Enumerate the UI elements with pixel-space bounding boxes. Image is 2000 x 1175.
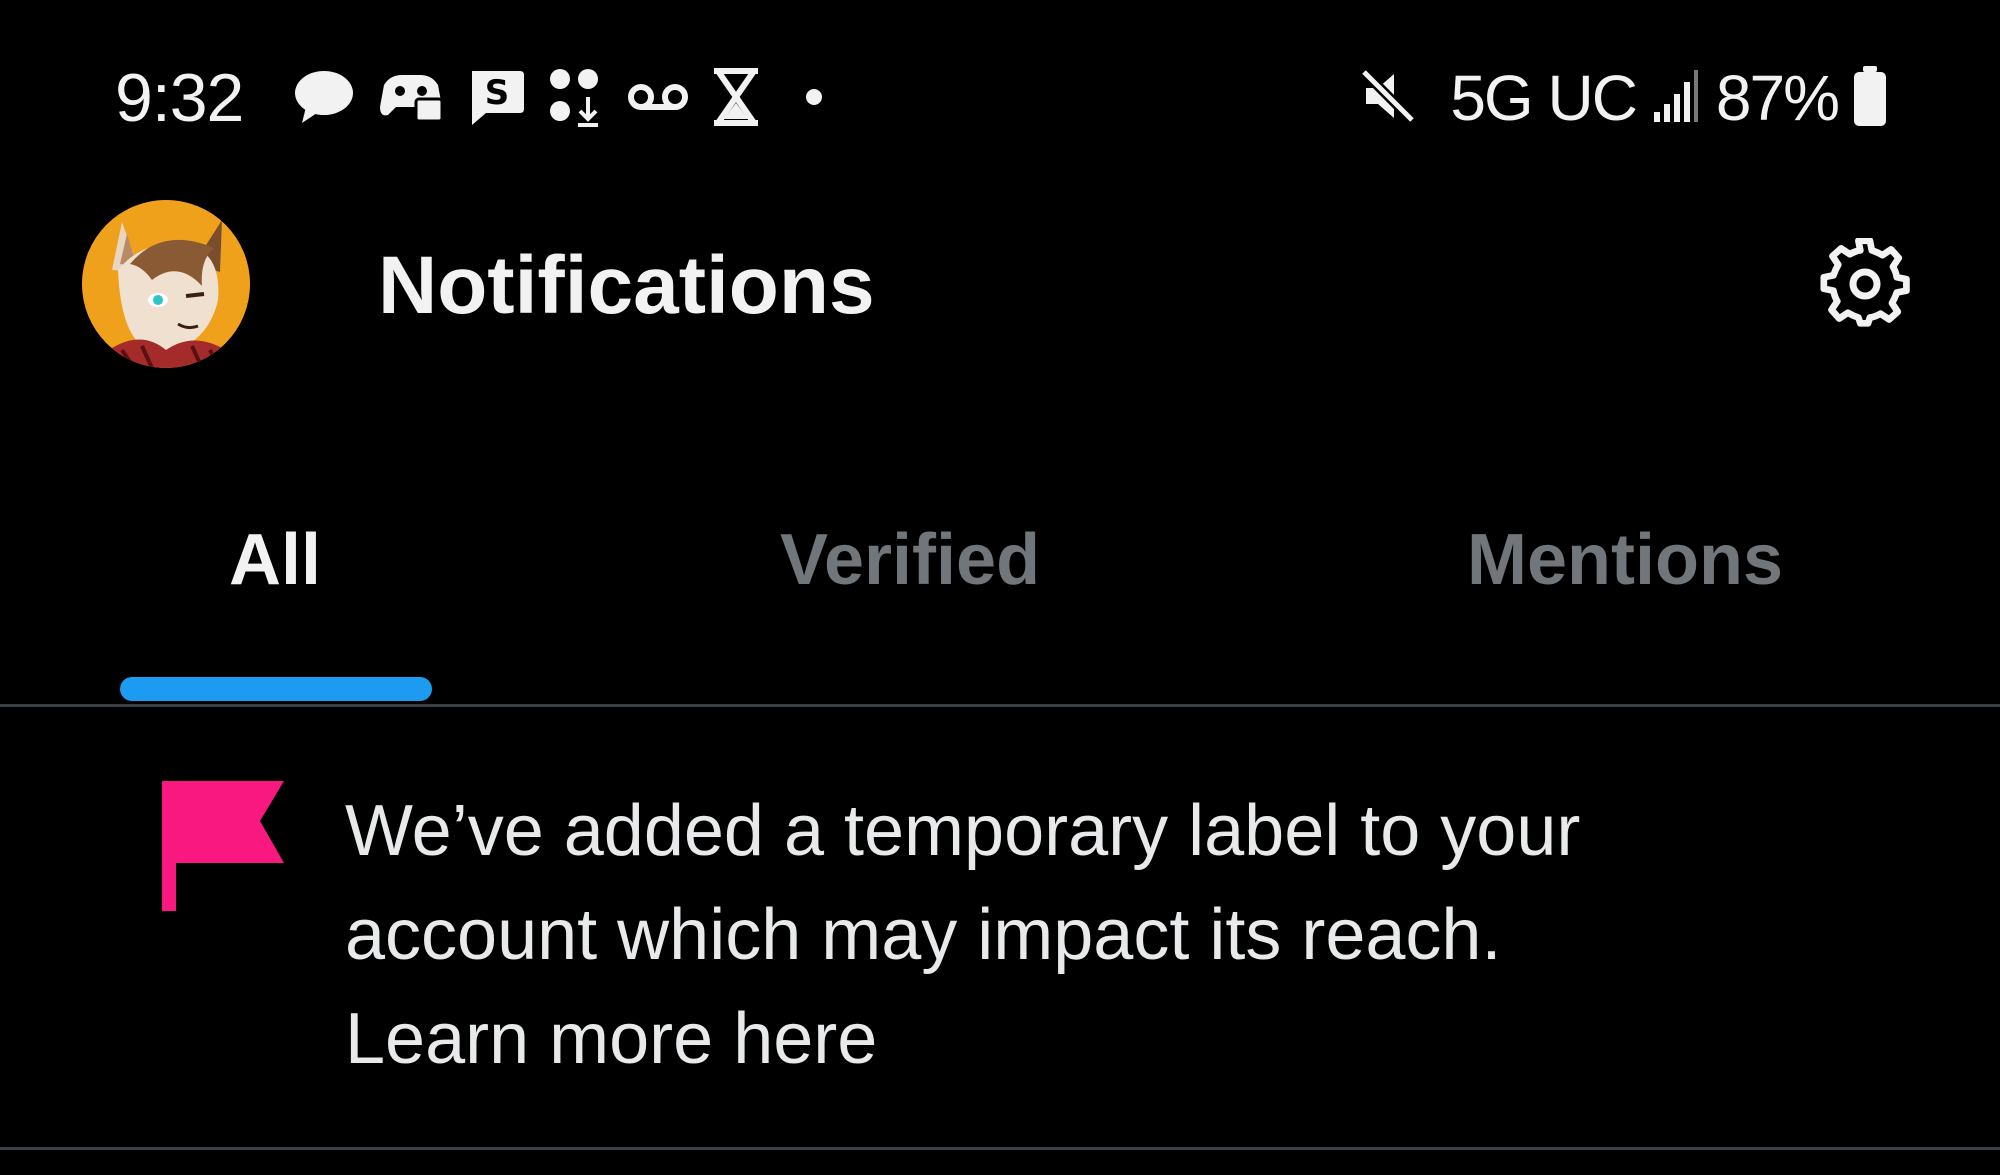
battery-icon [1852,64,1888,133]
signal-icon [1650,66,1702,131]
voicemail-icon [626,77,690,117]
active-tab-indicator [120,677,432,701]
status-bar: 9:32 S 5G UC 87% [0,0,2000,200]
status-icons-left: S [292,62,824,132]
dot-icon [804,87,824,107]
hourglass-icon [710,67,762,127]
avatar[interactable] [82,200,250,368]
mute-icon [1358,66,1418,131]
status-time: 9:32 [115,60,244,136]
learn-more-link[interactable]: Learn more here [345,987,1795,1091]
header: Notifications [0,200,2000,370]
dots-download-icon [546,65,606,129]
messages-icon [292,67,356,127]
tab-verified[interactable]: Verified [700,518,1120,718]
status-icons-right: 5G UC 87% [1358,58,1888,138]
settings-button[interactable] [1818,236,1914,335]
svg-text:S: S [485,73,510,113]
battery-percent: 87% [1715,62,1840,134]
gear-icon [1820,236,1912,335]
discord-icon [376,67,446,127]
page-title: Notifications [378,240,875,331]
tab-mentions[interactable]: Mentions [1400,518,1850,718]
account-label-notice[interactable]: We’ve added a temporary label to your ac… [0,707,2000,1150]
tab-bar: All Verified Mentions [0,480,2000,707]
notice-message: We’ve added a temporary label to your ac… [345,791,1581,975]
notice-text: We’ve added a temporary label to your ac… [345,779,1795,1091]
s-app-icon: S [466,65,526,129]
flag-icon [160,777,284,918]
network-type: 5G UC [1450,62,1638,134]
